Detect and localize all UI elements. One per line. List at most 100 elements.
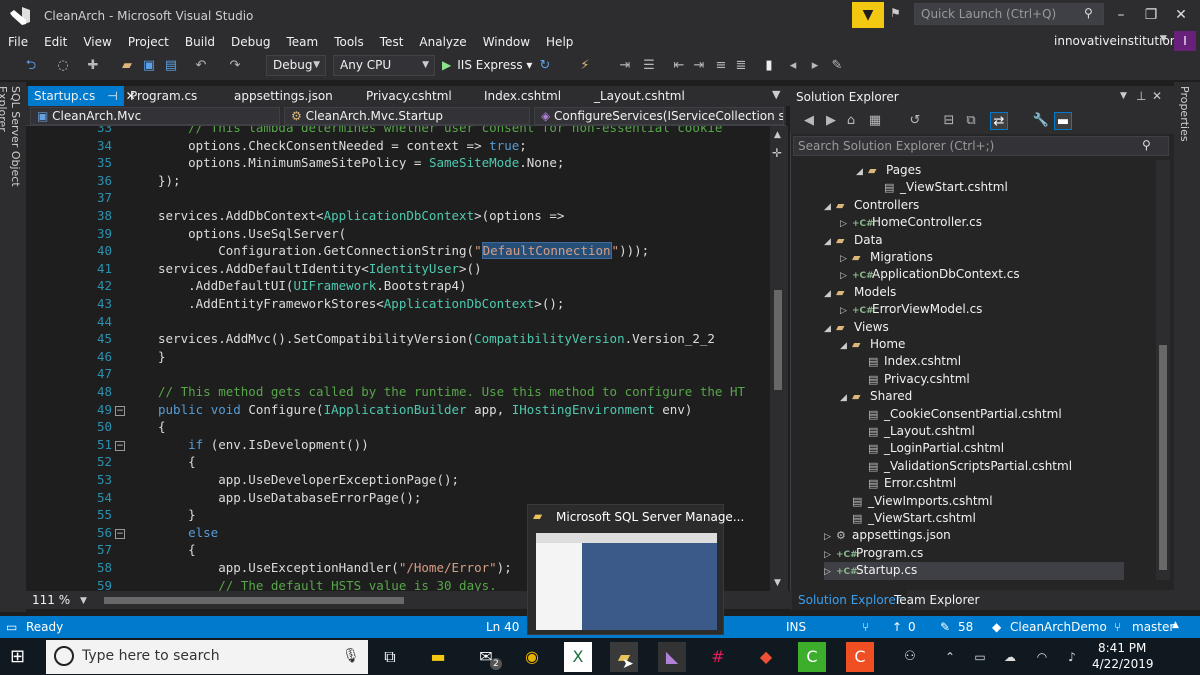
microphone-icon[interactable]: 🎙: [342, 648, 360, 664]
outdent-icon[interactable]: ⇤: [670, 57, 688, 75]
camtasia-icon[interactable]: C: [798, 642, 826, 672]
menu-debug[interactable]: Debug: [223, 32, 278, 52]
expanded-arrow-icon[interactable]: ◢: [824, 234, 836, 250]
output-icon[interactable]: ▭: [6, 620, 17, 634]
chevron-down-icon[interactable]: ▼: [1120, 91, 1127, 101]
windows-start-icon[interactable]: ⊞: [10, 646, 32, 668]
chrome-icon[interactable]: ◉: [518, 642, 546, 672]
code-line[interactable]: public void Configure(IApplicationBuilde…: [158, 402, 692, 417]
tree-item[interactable]: ◢ ▰ Shared: [840, 388, 912, 406]
tree-item[interactable]: ▤ Error.cshtml: [856, 475, 956, 492]
search-icon[interactable]: ⚲: [1084, 6, 1093, 20]
tree-scroll-thumb[interactable]: [1159, 345, 1167, 570]
collapsed-arrow-icon[interactable]: ▷: [824, 529, 836, 545]
collapsed-arrow-icon[interactable]: ▷: [840, 268, 852, 284]
code-line[interactable]: });: [158, 173, 181, 188]
redo-icon[interactable]: ↷: [226, 57, 244, 75]
tree-item[interactable]: ▤ _ValidationScriptsPartial.cshtml: [856, 458, 1072, 475]
tree-item[interactable]: ▤ _CookieConsentPartial.cshtml: [856, 406, 1062, 423]
line-indicator[interactable]: Ln 40: [486, 620, 519, 634]
new-project-icon[interactable]: ✚: [84, 57, 102, 75]
tree-item[interactable]: ◢ ▰ Data: [824, 232, 883, 250]
menu-tools[interactable]: Tools: [326, 32, 372, 52]
forward-icon[interactable]: ▶: [822, 112, 840, 130]
tab-team-explorer[interactable]: Team Explorer: [888, 590, 986, 610]
prev-bookmark-icon[interactable]: ◂: [784, 57, 802, 75]
menu-project[interactable]: Project: [120, 32, 177, 52]
close-icon[interactable]: ✕: [1168, 4, 1194, 26]
tree-item[interactable]: ▷ +C#Startup.cs: [824, 562, 1124, 581]
task-view-icon[interactable]: ⧉: [376, 642, 404, 672]
scroll-up-icon[interactable]: ▲: [774, 130, 781, 140]
class-select[interactable]: ⚙ CleanArch.Mvc.Startup: [284, 107, 530, 125]
clock-time[interactable]: 8:41 PM: [1098, 641, 1146, 655]
show-all-files-icon[interactable]: ⧉: [962, 112, 980, 130]
code-line[interactable]: .AddDefaultUI(UIFramework.Bootstrap4): [158, 278, 466, 293]
member-select[interactable]: ◈ ConfigureServices(IServiceCollection s…: [534, 107, 784, 125]
menu-edit[interactable]: Edit: [36, 32, 75, 52]
wifi-icon[interactable]: ◠: [1028, 642, 1056, 672]
branch-name[interactable]: master: [1132, 620, 1174, 634]
quick-launch-input[interactable]: Quick Launch (Ctrl+Q): [914, 3, 1104, 25]
code-line[interactable]: {: [158, 454, 196, 469]
code-line[interactable]: app.UseExceptionHandler("/Home/Error");: [158, 560, 512, 575]
tree-item[interactable]: ▷ ⚙ appsettings.json: [824, 527, 951, 545]
collapsed-arrow-icon[interactable]: ▷: [840, 303, 852, 319]
save-icon[interactable]: ▣: [140, 57, 158, 75]
menu-help[interactable]: Help: [538, 32, 581, 52]
collapsed-arrow-icon[interactable]: ▷: [840, 251, 852, 267]
expanded-arrow-icon[interactable]: ◢: [824, 199, 836, 215]
properties-wrench-icon[interactable]: 🔧: [1032, 112, 1050, 130]
people-icon[interactable]: ⚇: [896, 642, 924, 672]
code-line[interactable]: options.UseSqlServer(: [158, 226, 346, 241]
tree-item[interactable]: ◢ ▰ Home: [840, 336, 905, 354]
sync-active-document-icon[interactable]: ⇄: [990, 112, 1008, 130]
menu-window[interactable]: Window: [475, 32, 538, 52]
refresh-icon[interactable]: ↻: [536, 57, 554, 75]
tree-item[interactable]: ▤ _LoginPartial.cshtml: [856, 440, 1004, 457]
code-line[interactable]: options.MinimumSameSitePolicy = SameSite…: [158, 155, 564, 170]
split-editor-icon[interactable]: ✛: [772, 146, 782, 160]
solution-search-input[interactable]: Search Solution Explorer (Ctrl+;): [793, 136, 1169, 156]
collapse-region-icon[interactable]: −: [115, 440, 125, 451]
clock-date[interactable]: 4/22/2019: [1092, 657, 1154, 671]
format-icon[interactable]: ☰: [640, 57, 658, 75]
browser-link-icon[interactable]: ⚡: [576, 57, 594, 75]
code-line[interactable]: Configuration.GetConnectionString("Defau…: [158, 242, 649, 260]
chevron-up-icon[interactable]: ▲: [1172, 620, 1179, 630]
uncomment-icon[interactable]: ≣: [732, 57, 750, 75]
sql-server-object-explorer-tab[interactable]: SQL Server Object Explorer: [0, 86, 22, 226]
editor-scroll-thumb[interactable]: [774, 290, 782, 390]
pending-changes-count[interactable]: 58: [958, 620, 973, 634]
window-preview[interactable]: [536, 533, 717, 630]
repository-name[interactable]: CleanArchDemo: [1010, 620, 1107, 634]
indent-icon[interactable]: ⇥: [690, 57, 708, 75]
next-bookmark-icon[interactable]: ▸: [806, 57, 824, 75]
chevron-down-icon[interactable]: ▼: [1160, 34, 1167, 44]
menu-file[interactable]: File: [0, 32, 36, 52]
tab-program-cs[interactable]: Program.cs: [124, 86, 203, 106]
back-icon[interactable]: ◀: [800, 112, 818, 130]
avatar[interactable]: I: [1174, 31, 1196, 51]
code-line[interactable]: options.CheckConsentNeeded = context => …: [158, 138, 527, 153]
maximize-icon[interactable]: ❐: [1138, 4, 1164, 26]
clear-bookmarks-icon[interactable]: ✎: [828, 57, 846, 75]
minimize-icon[interactable]: –: [1108, 4, 1134, 26]
pencil-icon[interactable]: ✎: [940, 620, 950, 634]
volume-icon[interactable]: ♪: [1058, 642, 1086, 672]
tab-overflow-icon[interactable]: ▼: [772, 88, 780, 101]
code-line[interactable]: services.AddDbContext<ApplicationDbConte…: [158, 208, 564, 223]
comment-icon[interactable]: ≡: [712, 57, 730, 75]
code-line[interactable]: {: [158, 419, 166, 434]
pin-icon[interactable]: ⊥: [1136, 89, 1146, 103]
unpushed-count[interactable]: 0: [908, 620, 916, 634]
home-icon[interactable]: ⌂: [842, 112, 860, 130]
collapse-region-icon[interactable]: −: [115, 405, 125, 416]
open-folder-icon[interactable]: ▰: [118, 57, 136, 75]
expanded-arrow-icon[interactable]: ◢: [824, 321, 836, 337]
feedback-icon[interactable]: ⚑: [890, 6, 910, 26]
collapsed-arrow-icon[interactable]: ▷: [840, 216, 852, 232]
tab-appsettings-json[interactable]: appsettings.json: [228, 86, 339, 106]
tree-item[interactable]: ◢ ▰ Pages: [856, 162, 921, 180]
switch-views-icon[interactable]: ▦: [866, 112, 884, 130]
